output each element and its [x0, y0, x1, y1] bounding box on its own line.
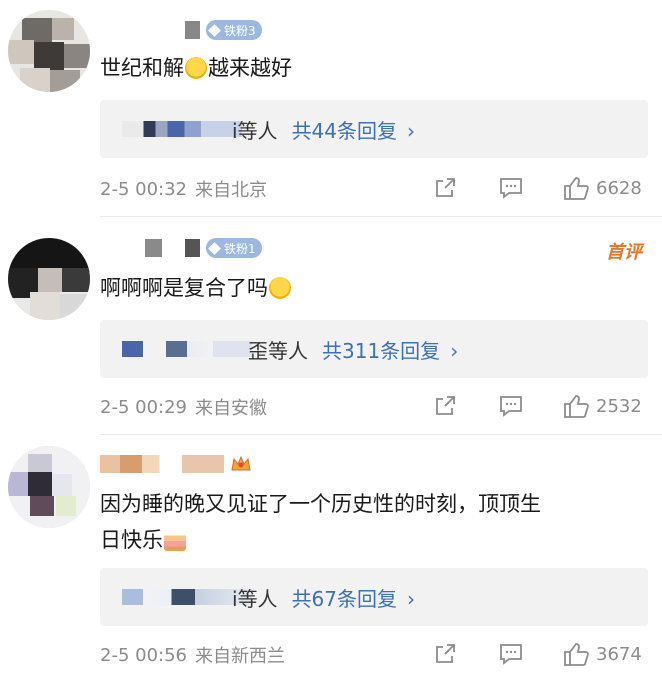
username-blurred[interactable]: [100, 239, 200, 257]
username-blurred[interactable]: [100, 455, 224, 473]
like-count: 6628: [596, 177, 642, 199]
thumbs-up-icon: [564, 395, 589, 418]
comment-text: 啊啊啊是复合了吗: [100, 270, 650, 306]
like-count: 3674: [596, 643, 642, 665]
comment-text: 因为睡的晚又见证了一个历史性的时刻，顶顶生 日快乐: [100, 492, 541, 552]
comment-icon: [500, 178, 522, 199]
comment-button[interactable]: [498, 176, 524, 200]
divider: [100, 434, 662, 435]
timestamp: 2-5 00:56: [100, 644, 187, 666]
username-blurred[interactable]: [100, 21, 200, 39]
like-count: 2532: [596, 395, 642, 417]
replies-preview[interactable]: i等人 共44条回复 ›: [100, 100, 648, 158]
first-comment-badge: 首评: [606, 242, 642, 263]
like-button[interactable]: 3674: [562, 640, 642, 668]
comment-button[interactable]: [498, 394, 524, 418]
chevron-right-icon: ›: [450, 339, 459, 363]
share-icon: [436, 178, 455, 197]
location: 来自安徽: [195, 398, 267, 419]
username-row: 铁粉3: [100, 16, 262, 44]
avatar[interactable]: [8, 446, 90, 528]
location: 来自新西兰: [195, 646, 285, 667]
reply-user-blurred: [122, 341, 252, 357]
divider: [100, 216, 662, 217]
share-button[interactable]: [433, 642, 457, 666]
chevron-right-icon: ›: [407, 587, 416, 611]
avatar[interactable]: [8, 10, 90, 92]
timestamp: 2-5 00:29: [100, 396, 187, 418]
reply-count-link[interactable]: 共67条回复: [292, 587, 397, 611]
fan-badge: 铁粉1: [206, 238, 262, 258]
like-button[interactable]: 6628: [562, 174, 642, 202]
fan-badge: 铁粉3: [206, 20, 262, 40]
replies-preview[interactable]: 歪等人 共311条回复 ›: [100, 320, 648, 378]
share-icon: [436, 644, 455, 663]
comment-icon: [500, 644, 522, 665]
comment-text: 世纪和解 越来越好: [100, 56, 292, 80]
username-row: 铁粉1: [100, 234, 262, 262]
location: 来自北京: [195, 180, 267, 201]
birthday-cake-icon: [164, 529, 186, 551]
replies-preview[interactable]: i等人 共67条回复 ›: [100, 568, 648, 626]
comment-button[interactable]: [498, 642, 524, 666]
diamond-icon: [208, 241, 221, 255]
username-row: [100, 450, 252, 478]
crying-face-icon: [185, 57, 207, 79]
diamond-icon: [208, 23, 221, 37]
rolling-eyes-face-icon: [269, 277, 291, 299]
share-button[interactable]: [433, 394, 457, 418]
like-button[interactable]: 2532: [562, 392, 642, 420]
thumbs-up-icon: [564, 177, 589, 200]
chevron-right-icon: ›: [407, 119, 416, 143]
thumbs-up-icon: [564, 643, 589, 666]
share-button[interactable]: [433, 176, 457, 200]
reply-count-link[interactable]: 共44条回复: [292, 119, 397, 143]
avatar[interactable]: [8, 238, 90, 320]
reply-user-blurred: [122, 121, 242, 137]
share-icon: [436, 396, 455, 415]
timestamp: 2-5 00:32: [100, 178, 187, 200]
crown-icon: [230, 454, 252, 474]
reply-count-link[interactable]: 共311条回复: [322, 339, 440, 363]
comment-icon: [500, 396, 522, 417]
